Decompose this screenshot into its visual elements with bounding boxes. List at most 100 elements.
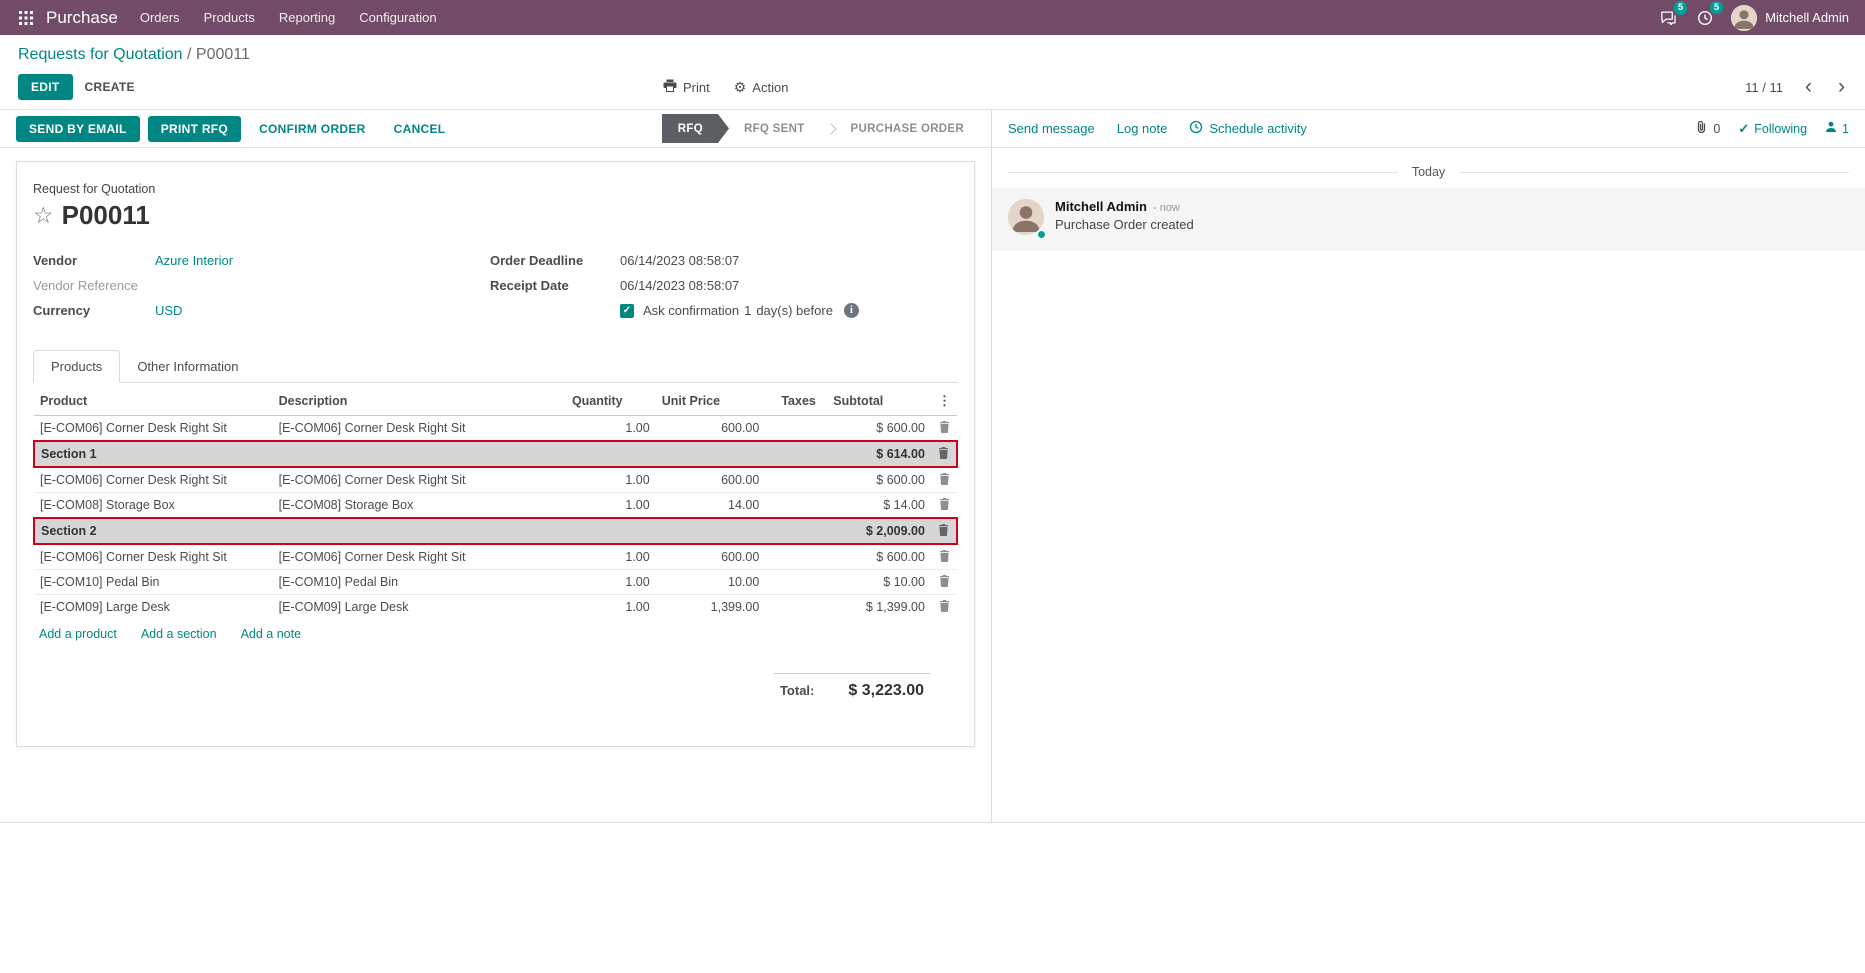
date-divider-label: Today — [1412, 165, 1445, 179]
attachments-button[interactable]: 0 — [1695, 120, 1720, 137]
delete-row-icon[interactable] — [938, 574, 951, 588]
following-button[interactable]: ✓ Following — [1738, 121, 1807, 137]
add-a-section-link[interactable]: Add a section — [141, 627, 217, 641]
app-name[interactable]: Purchase — [46, 8, 118, 28]
status-step-purchase-order[interactable]: PURCHASE ORDER — [820, 114, 979, 143]
tab-other-information[interactable]: Other Information — [120, 350, 255, 382]
order-deadline-label: Order Deadline — [490, 253, 620, 268]
column-unit-price[interactable]: Unit Price — [656, 385, 766, 416]
user-menu[interactable]: Mitchell Admin — [1731, 5, 1849, 31]
pager-previous-icon[interactable]: ‹ — [1803, 78, 1814, 96]
pager-value: 11 / 11 — [1745, 80, 1783, 95]
menu-configuration[interactable]: Configuration — [347, 1, 448, 34]
receipt-date-value[interactable]: 06/14/2023 08:58:07 — [620, 278, 739, 293]
info-icon: i — [844, 303, 859, 318]
messages-badge: 5 — [1674, 1, 1687, 15]
check-icon: ✓ — [1738, 121, 1749, 137]
order-line-row[interactable]: [E-COM06] Corner Desk Right Sit [E-COM06… — [34, 416, 957, 442]
vendor-reference-label: Vendor Reference — [33, 278, 155, 293]
section-row[interactable]: Section 1 $ 614.00 — [34, 441, 957, 467]
cancel-button[interactable]: CANCEL — [384, 116, 456, 142]
status-step-rfq-sent[interactable]: RFQ SENT — [729, 114, 820, 143]
optional-columns-icon[interactable]: ⋮ — [937, 393, 951, 409]
chatter-topbar: Send message Log note Schedule activity — [992, 110, 1865, 148]
table-header-row: Product Description Quantity Unit Price … — [34, 385, 957, 416]
order-line-row[interactable]: [E-COM10] Pedal Bin [E-COM10] Pedal Bin … — [34, 570, 957, 595]
field-group: Vendor Azure Interior Vendor Reference C… — [33, 253, 958, 328]
gear-icon: ⚙ — [734, 80, 747, 94]
currency-value[interactable]: USD — [155, 303, 182, 318]
followers-button[interactable]: 1 — [1825, 121, 1849, 136]
breadcrumb-parent[interactable]: Requests for Quotation — [18, 46, 183, 63]
section-row[interactable]: Section 2 $ 2,009.00 — [34, 518, 957, 544]
delete-row-icon[interactable] — [938, 599, 951, 613]
user-avatar — [1731, 5, 1757, 31]
status-pipeline: RFQ RFQ SENT PURCHASE ORDER — [662, 114, 979, 143]
menu-orders[interactable]: Orders — [128, 1, 192, 34]
status-step-rfq[interactable]: RFQ — [662, 114, 729, 143]
control-panel: Requests for Quotation / P00011 EDIT CRE… — [0, 35, 1865, 109]
ask-confirmation-days[interactable]: 1 — [744, 303, 751, 318]
form-pane: SEND BY EMAIL PRINT RFQ CONFIRM ORDER CA… — [0, 110, 991, 822]
send-by-email-button[interactable]: SEND BY EMAIL — [16, 116, 140, 142]
add-a-note-link[interactable]: Add a note — [241, 627, 301, 641]
order-deadline-value[interactable]: 06/14/2023 08:58:07 — [620, 253, 739, 268]
order-line-row[interactable]: [E-COM09] Large Desk [E-COM09] Large Des… — [34, 595, 957, 620]
activities-icon[interactable]: 5 — [1695, 8, 1715, 28]
paperclip-icon — [1695, 120, 1708, 137]
apps-menu-icon[interactable] — [10, 11, 42, 25]
activities-badge: 5 — [1710, 1, 1723, 15]
log-note-button[interactable]: Log note — [1117, 117, 1168, 140]
order-total: Total: $ 3,223.00 — [774, 673, 930, 700]
print-rfq-button[interactable]: PRINT RFQ — [148, 116, 241, 142]
column-description[interactable]: Description — [273, 385, 566, 416]
edit-button[interactable]: EDIT — [18, 74, 73, 100]
receipt-date-label: Receipt Date — [490, 278, 620, 293]
doc-type-label: Request for Quotation — [33, 182, 958, 196]
action-button[interactable]: ⚙ Action — [734, 80, 789, 95]
order-line-row[interactable]: [E-COM08] Storage Box [E-COM08] Storage … — [34, 493, 957, 519]
statusbar: SEND BY EMAIL PRINT RFQ CONFIRM ORDER CA… — [0, 110, 991, 148]
menu-reporting[interactable]: Reporting — [267, 1, 347, 34]
print-button[interactable]: Print — [663, 79, 710, 95]
delete-row-icon[interactable] — [938, 497, 951, 511]
total-label: Total: — [780, 683, 814, 698]
line-add-links: Add a product Add a section Add a note — [33, 619, 958, 643]
total-value: $ 3,223.00 — [848, 682, 924, 700]
delete-row-icon[interactable] — [938, 420, 951, 434]
order-lines-table: Product Description Quantity Unit Price … — [33, 385, 958, 619]
confirm-order-button[interactable]: CONFIRM ORDER — [249, 116, 376, 142]
delete-row-icon[interactable] — [937, 446, 950, 460]
order-line-row[interactable]: [E-COM06] Corner Desk Right Sit [E-COM06… — [34, 544, 957, 570]
following-label: Following — [1754, 122, 1807, 136]
delete-row-icon[interactable] — [937, 523, 950, 537]
top-navbar: Purchase Orders Products Reporting Confi… — [0, 0, 1865, 35]
delete-row-icon[interactable] — [938, 472, 951, 486]
person-icon — [1825, 121, 1837, 136]
column-product[interactable]: Product — [34, 385, 273, 416]
breadcrumb-current: P00011 — [196, 46, 250, 63]
column-quantity[interactable]: Quantity — [566, 385, 656, 416]
create-button[interactable]: CREATE — [73, 74, 147, 100]
currency-label: Currency — [33, 303, 155, 318]
order-lines-body: [E-COM06] Corner Desk Right Sit [E-COM06… — [34, 416, 957, 620]
main-menu: Orders Products Reporting Configuration — [128, 1, 449, 34]
favorite-star-icon[interactable]: ☆ — [33, 204, 54, 227]
menu-products[interactable]: Products — [192, 1, 267, 34]
ask-confirmation-checkbox[interactable] — [620, 304, 634, 318]
schedule-activity-button[interactable]: Schedule activity — [1189, 116, 1307, 141]
pager-next-icon[interactable]: › — [1836, 78, 1847, 96]
order-line-row[interactable]: [E-COM06] Corner Desk Right Sit [E-COM06… — [34, 467, 957, 493]
tab-products[interactable]: Products — [33, 350, 120, 383]
vendor-value[interactable]: Azure Interior — [155, 253, 233, 268]
attachments-count: 0 — [1713, 122, 1720, 136]
add-a-product-link[interactable]: Add a product — [39, 627, 117, 641]
column-taxes[interactable]: Taxes — [765, 385, 827, 416]
message-author[interactable]: Mitchell Admin — [1055, 199, 1147, 214]
messages-icon[interactable]: 5 — [1658, 8, 1679, 27]
form-sheet: Request for Quotation ☆ P00011 Vendor Az… — [16, 161, 975, 747]
delete-row-icon[interactable] — [938, 549, 951, 563]
send-message-button[interactable]: Send message — [1008, 117, 1095, 140]
column-subtotal[interactable]: Subtotal — [827, 385, 931, 416]
followers-count: 1 — [1842, 122, 1849, 136]
